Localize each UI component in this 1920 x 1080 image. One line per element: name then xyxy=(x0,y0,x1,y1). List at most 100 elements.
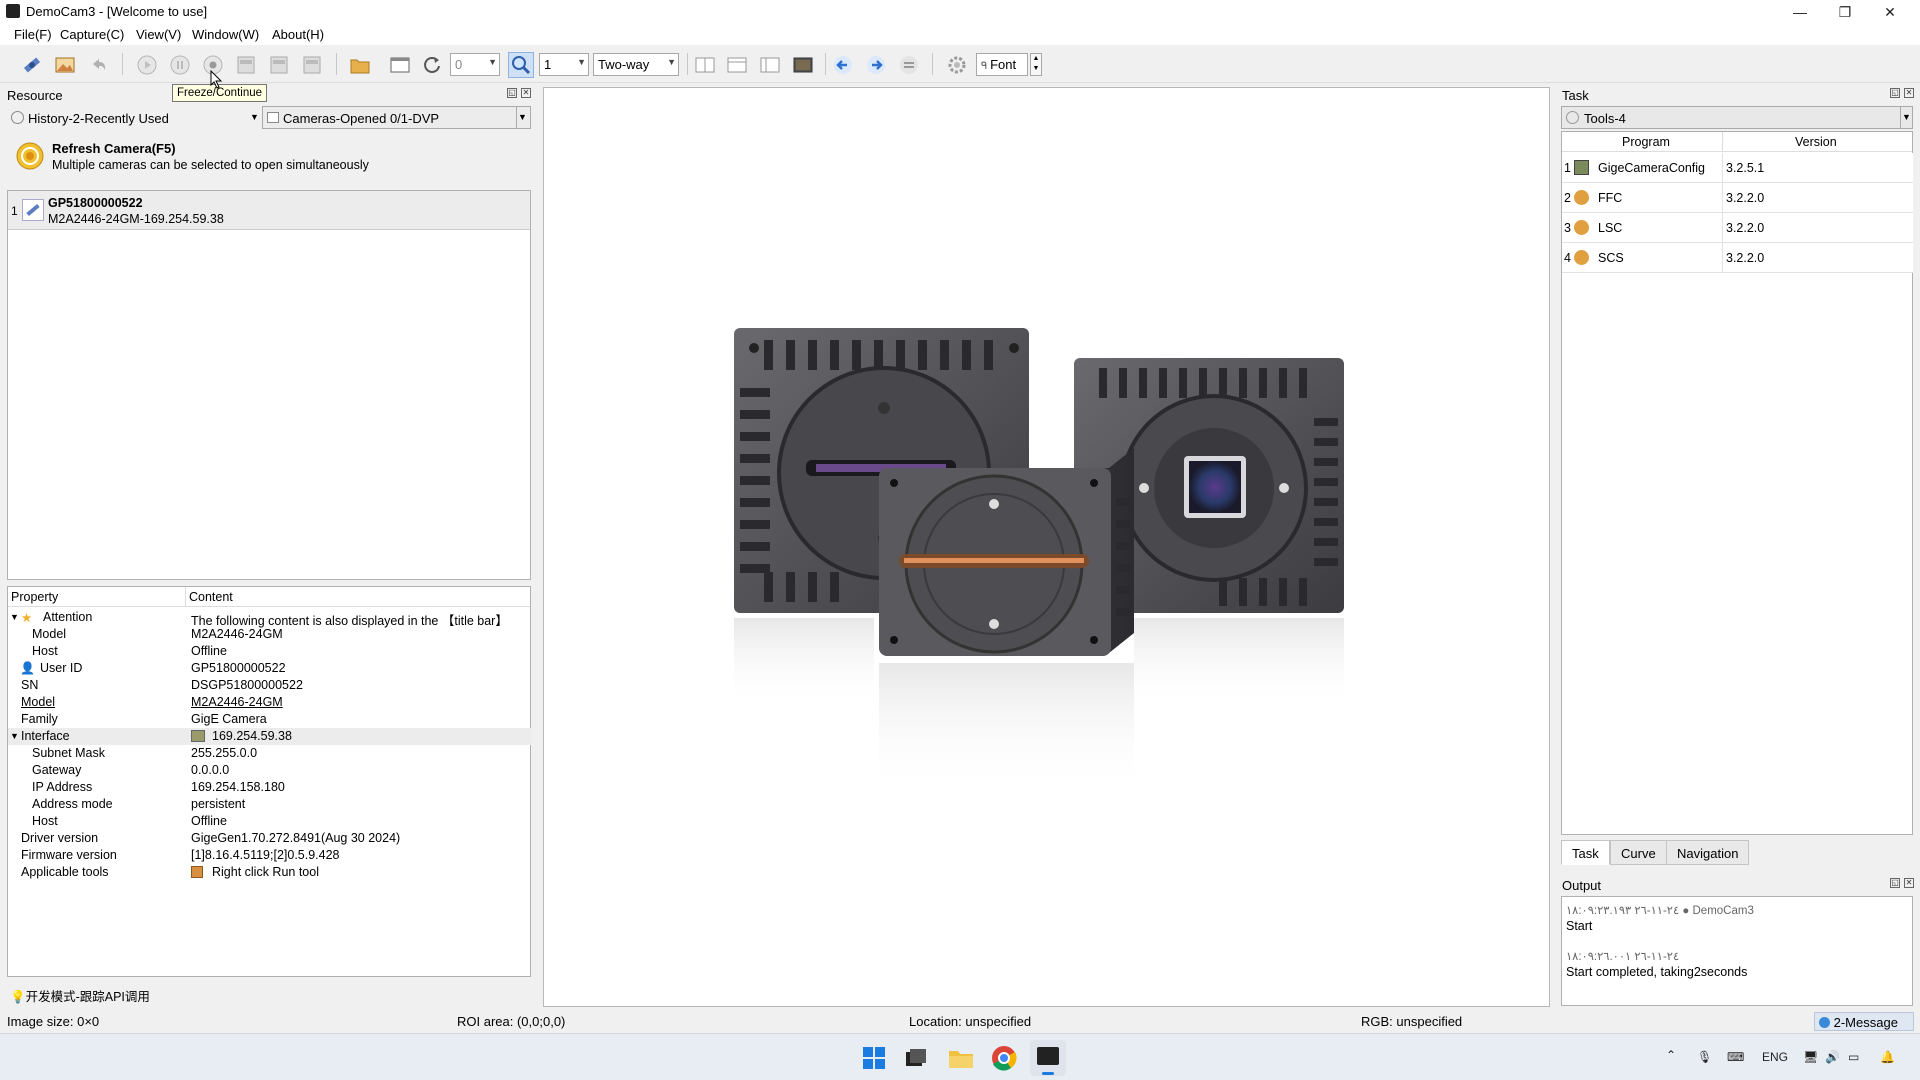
layout-split-icon[interactable] xyxy=(692,52,718,78)
property-value: M2A2446-24GM xyxy=(191,627,283,641)
image-viewer[interactable] xyxy=(543,87,1550,1007)
gear-icon[interactable] xyxy=(944,52,970,78)
zoom-value-combo[interactable]: 1 ▼ xyxy=(539,53,589,76)
property-row[interactable]: Family GigE Camera xyxy=(8,711,531,728)
task-row[interactable]: 2 FFC 3.2.2.0 xyxy=(1562,183,1913,213)
font-input[interactable]: ᑫ Font xyxy=(976,53,1028,76)
tab-curve[interactable]: Curve xyxy=(1610,840,1667,865)
maximize-button[interactable]: ❐ xyxy=(1823,0,1867,24)
save-bmp-icon[interactable] xyxy=(299,52,325,78)
property-row[interactable]: Subnet Mask 255.255.0.0 xyxy=(8,745,531,762)
task-row[interactable]: 1 GigeCameraConfig 3.2.5.1 xyxy=(1562,153,1913,183)
property-row[interactable]: Firmware version [1]8.16.4.5119;[2]0.5.9.… xyxy=(8,847,531,864)
fullscreen-icon[interactable] xyxy=(790,52,816,78)
democam-taskbar-button[interactable] xyxy=(1030,1040,1066,1076)
camera-list-item[interactable]: 1 GP51800000522 M2A2446-24GM-169.254.59.… xyxy=(8,191,530,230)
property-value: 0.0.0.0 xyxy=(191,763,230,777)
folder-icon[interactable] xyxy=(347,52,373,78)
history-combo[interactable]: History-2-Recently Used ▼ xyxy=(10,108,262,128)
float-panel-icon[interactable]: ◱ xyxy=(1890,88,1900,98)
property-row[interactable]: Host Offline xyxy=(8,643,531,660)
chrome-icon[interactable] xyxy=(991,1045,1017,1071)
cameras-combo[interactable]: Cameras-Opened 0/1-DVP ▼ xyxy=(262,106,531,129)
task-row[interactable]: 4 SCS 3.2.2.0 xyxy=(1562,243,1913,273)
menu-view[interactable]: View(V) xyxy=(136,27,181,42)
property-row[interactable]: IP Address 169.254.158.180 xyxy=(8,779,531,796)
battery-icon[interactable]: ▭ xyxy=(1848,1050,1859,1064)
chevron-down-icon: ▼ xyxy=(488,57,497,67)
minimize-button[interactable]: — xyxy=(1778,0,1822,24)
property-row[interactable]: Model M2A2446-24GM xyxy=(8,626,531,643)
property-row[interactable]: Address mode persistent xyxy=(8,796,531,813)
play-icon[interactable] xyxy=(134,52,160,78)
dev-mode-hint[interactable]: 💡开发模式-跟踪API调用 xyxy=(10,986,150,1005)
pause-icon[interactable] xyxy=(167,52,193,78)
menu-file[interactable]: File(F) xyxy=(14,27,52,42)
property-row[interactable]: Host Offline xyxy=(8,813,531,830)
expand-icon[interactable]: ▼ xyxy=(10,612,19,622)
message-button[interactable]: 2-Message xyxy=(1814,1012,1914,1031)
file-explorer-icon[interactable] xyxy=(948,1046,974,1070)
property-grid-header: Property Content xyxy=(8,587,530,607)
arrow-left-icon[interactable] xyxy=(830,52,856,78)
camera-connect-icon[interactable] xyxy=(19,52,45,78)
menu-about[interactable]: About(H) xyxy=(272,27,324,42)
save-png-icon[interactable] xyxy=(266,52,292,78)
zoom-icon[interactable] xyxy=(508,52,534,78)
arrow-right-icon[interactable] xyxy=(863,52,889,78)
task-view-icon[interactable] xyxy=(904,1046,928,1070)
menu-capture[interactable]: Capture(C) xyxy=(60,27,124,42)
property-row[interactable]: Model M2A2446-24GM xyxy=(8,694,531,711)
property-row[interactable]: Driver version GigeGen1.70.272.8491(Aug 3… xyxy=(8,830,531,847)
font-stepper[interactable]: ▲ ▼ xyxy=(1030,53,1042,76)
tools-combo[interactable]: Tools-4 ▼ xyxy=(1561,106,1913,129)
output-log[interactable]: ٢٤-١١-٢٦ ١٨:٠٩:٢٣.١٩٣ ● DemoCam3 Start ٢… xyxy=(1561,896,1913,1006)
refresh-camera-button[interactable]: Refresh Camera(F5) Multiple cameras can … xyxy=(12,140,532,176)
layout-side-icon[interactable] xyxy=(757,52,783,78)
swap-icon[interactable] xyxy=(896,52,922,78)
menu-window[interactable]: Window(W) xyxy=(192,27,259,42)
property-value[interactable]: M2A2446-24GM xyxy=(191,695,283,709)
expand-icon[interactable]: ▼ xyxy=(10,731,19,741)
float-panel-icon[interactable]: ◱ xyxy=(507,88,517,98)
property-value: DSGP51800000522 xyxy=(191,678,303,692)
camera-list: 1 GP51800000522 M2A2446-24GM-169.254.59.… xyxy=(7,190,531,580)
network-icon[interactable]: 🖥 xyxy=(1803,1050,1818,1064)
undo-icon[interactable] xyxy=(85,52,111,78)
chevron-up-icon[interactable]: ⌃ xyxy=(1666,1048,1676,1062)
close-panel-icon[interactable]: ✕ xyxy=(1904,88,1914,98)
refresh-icon[interactable] xyxy=(419,52,445,78)
save-jpg-icon[interactable] xyxy=(233,52,259,78)
camera-list-icon xyxy=(267,112,279,123)
windows-start-icon[interactable] xyxy=(862,1046,886,1070)
property-row[interactable]: 👤 User ID GP51800000522 xyxy=(8,660,531,677)
property-row[interactable]: ▼ ★ Attention The following content is also… xyxy=(8,609,531,628)
task-version: 3.2.2.0 xyxy=(1726,191,1765,205)
taskbar: ⌃ 🎙 ⌨ ENG 🖥 🔊 ▭ 🔔 xyxy=(0,1033,1920,1080)
property-key[interactable]: Model xyxy=(21,695,55,709)
layout-top-icon[interactable] xyxy=(724,52,750,78)
microphone-icon[interactable]: 🎙 xyxy=(1697,1050,1712,1064)
notification-icon[interactable]: 🔔 xyxy=(1880,1050,1895,1064)
close-panel-icon[interactable]: ✕ xyxy=(1904,878,1914,888)
close-panel-icon[interactable]: ✕ xyxy=(521,88,531,98)
task-row[interactable]: 3 LSC 3.2.2.0 xyxy=(1562,213,1913,243)
language-indicator[interactable]: ENG xyxy=(1762,1050,1788,1064)
image-open-icon[interactable] xyxy=(52,52,78,78)
volume-icon[interactable]: 🔊 xyxy=(1825,1050,1840,1064)
property-row[interactable]: Gateway 0.0.0.0 xyxy=(8,762,531,779)
property-row[interactable]: Applicable tools Right click Run tool xyxy=(8,864,531,881)
record-window-icon[interactable] xyxy=(387,52,413,78)
tab-task[interactable]: Task xyxy=(1561,840,1610,865)
property-row[interactable]: ▼ Interface 169.254.59.38 xyxy=(8,728,531,745)
float-panel-icon[interactable]: ◱ xyxy=(1890,878,1900,888)
close-button[interactable]: ✕ xyxy=(1868,0,1912,24)
property-row[interactable]: SN DSGP51800000522 xyxy=(8,677,531,694)
frame-count-spinner[interactable]: 0 ▼ xyxy=(450,53,500,76)
mode-combo[interactable]: Two-way ▼ xyxy=(593,53,679,76)
keyboard-icon[interactable]: ⌨ xyxy=(1727,1050,1744,1064)
star-icon: ★ xyxy=(21,611,33,625)
refresh-camera-desc: Multiple cameras can be selected to open… xyxy=(52,158,369,172)
tab-navigation[interactable]: Navigation xyxy=(1666,840,1750,865)
task-title: Task xyxy=(1562,88,1589,103)
